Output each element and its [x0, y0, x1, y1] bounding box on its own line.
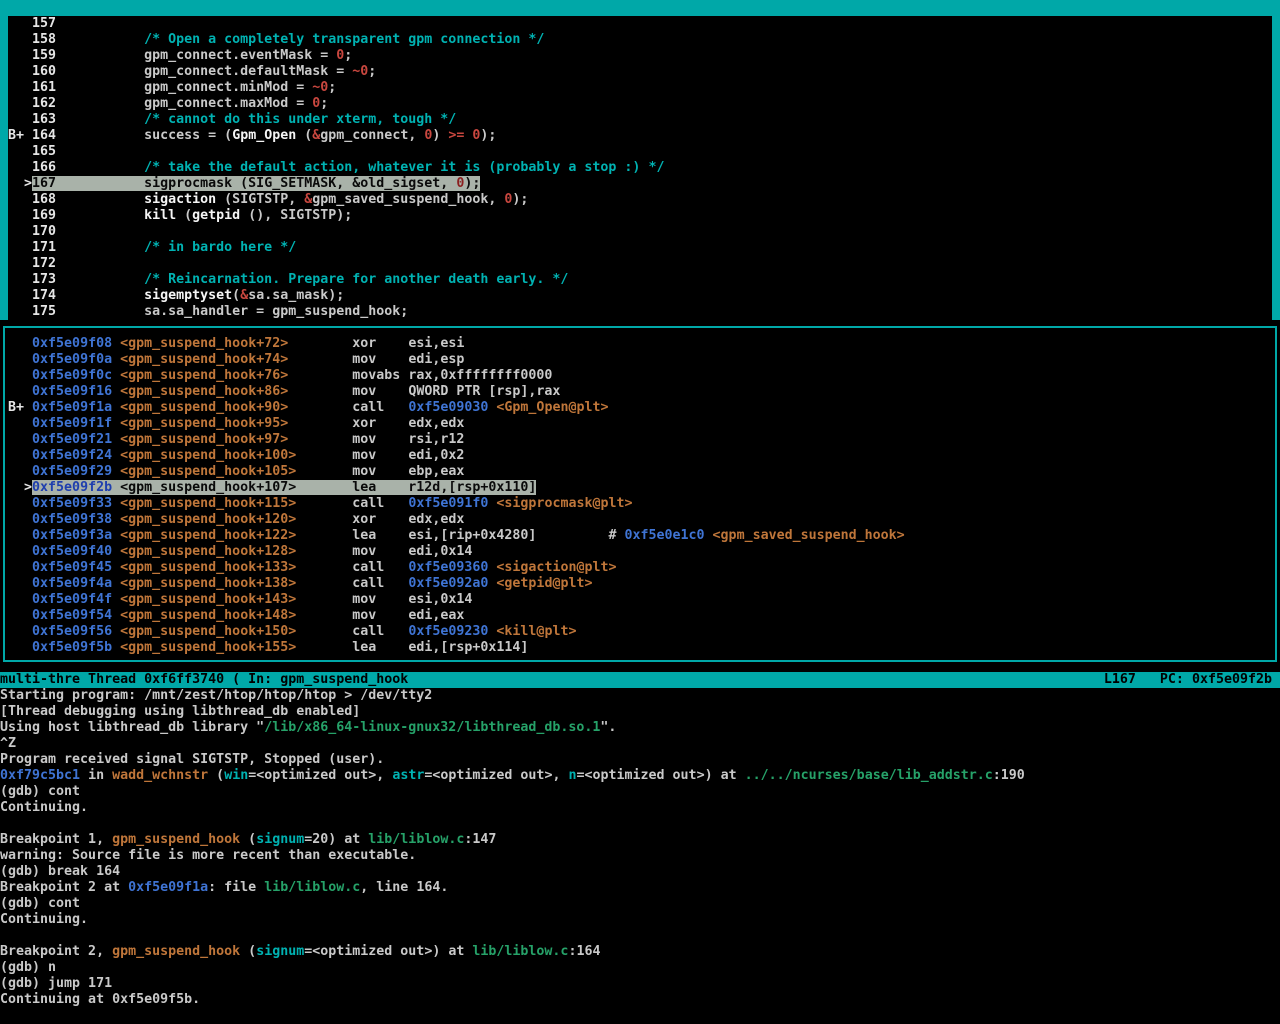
status-pc-indicator: PC: 0xf5e09f2b: [1160, 672, 1272, 687]
source-line: 161 gpm_connect.minMod = ~0;: [8, 80, 1280, 96]
source-line: 171 /* in bardo here */: [8, 240, 1280, 256]
asm-line: 0xf5e09f33 <gpm_suspend_hook+115> call 0…: [8, 496, 1280, 512]
console-line: (gdb) break 164: [0, 864, 1280, 880]
console-line: Continuing at 0xf5e09f5b.: [0, 992, 1280, 1008]
source-line: 165: [8, 144, 1280, 160]
asm-line: 0xf5e09f21 <gpm_suspend_hook+97> mov rsi…: [8, 432, 1280, 448]
console-line: Breakpoint 2 at 0xf5e09f1a: file lib/lib…: [0, 880, 1280, 896]
source-line: 159 gpm_connect.eventMask = 0;: [8, 48, 1280, 64]
source-line: 162 gpm_connect.maxMod = 0;: [8, 96, 1280, 112]
source-line: 175 sa.sa_handler = gpm_suspend_hook;: [8, 304, 1280, 320]
asm-line: >0xf5e09f2b <gpm_suspend_hook+107> lea r…: [8, 480, 1280, 496]
gdb-console[interactable]: Starting program: /mnt/zest/htop/htop/ht…: [0, 688, 1280, 1008]
console-line: Using host libthread_db library "/lib/x8…: [0, 720, 1280, 736]
source-pane: 157 158 /* Open a completely transparent…: [0, 16, 1280, 320]
console-line: Program received signal SIGTSTP, Stopped…: [0, 752, 1280, 768]
console-line: Continuing.: [0, 800, 1280, 816]
console-line: ^Z: [0, 736, 1280, 752]
console-line: (gdb) cont: [0, 896, 1280, 912]
asm-line: 0xf5e09f56 <gpm_suspend_hook+150> call 0…: [8, 624, 1280, 640]
console-line: Starting program: /mnt/zest/htop/htop/ht…: [0, 688, 1280, 704]
source-line: B+ 164 success = (Gpm_Open (&gpm_connect…: [8, 128, 1280, 144]
source-line: 158 /* Open a completely transparent gpm…: [8, 32, 1280, 48]
status-right: L167 PC: 0xf5e09f2b: [1104, 672, 1272, 688]
console-line: 0xf79c5bc1 in wadd_wchnstr (win=<optimiz…: [0, 768, 1280, 784]
source-line: 157: [8, 16, 1280, 32]
asm-line: 0xf5e09f45 <gpm_suspend_hook+133> call 0…: [8, 560, 1280, 576]
asm-line: 0xf5e09f4f <gpm_suspend_hook+143> mov es…: [8, 592, 1280, 608]
asm-line: 0xf5e09f4a <gpm_suspend_hook+138> call 0…: [8, 576, 1280, 592]
console-line: (gdb) n: [0, 960, 1280, 976]
asm-line: 0xf5e09f24 <gpm_suspend_hook+100> mov ed…: [8, 448, 1280, 464]
asm-line: 0xf5e09f40 <gpm_suspend_hook+128> mov ed…: [8, 544, 1280, 560]
asm-line: 0xf5e09f5b <gpm_suspend_hook+155> lea ed…: [8, 640, 1280, 656]
console-line: [0, 928, 1280, 944]
console-line: Breakpoint 2, gpm_suspend_hook (signum=<…: [0, 944, 1280, 960]
asm-line: 0xf5e09f38 <gpm_suspend_hook+120> xor ed…: [8, 512, 1280, 528]
source-line: >167 sigprocmask (SIG_SETMASK, &old_sigs…: [8, 176, 1280, 192]
source-line: 168 sigaction (SIGTSTP, &gpm_saved_suspe…: [8, 192, 1280, 208]
source-line: 172: [8, 256, 1280, 272]
console-line: (gdb) jump 171: [0, 976, 1280, 992]
asm-line: 0xf5e09f54 <gpm_suspend_hook+148> mov ed…: [8, 608, 1280, 624]
source-window-titlebar: lib/liblow.c: [0, 0, 1280, 16]
asm-line: 0xf5e09f0c <gpm_suspend_hook+76> movabs …: [8, 368, 1280, 384]
gdb-tui-terminal[interactable]: lib/liblow.c 157 158 /* Open a completel…: [0, 0, 1280, 1024]
source-line: 169 kill (getpid (), SIGTSTP);: [8, 208, 1280, 224]
console-line: [Thread debugging using libthread_db ena…: [0, 704, 1280, 720]
source-line: 166 /* take the default action, whatever…: [8, 160, 1280, 176]
asm-line: 0xf5e09f29 <gpm_suspend_hook+105> mov eb…: [8, 464, 1280, 480]
status-bar: multi-thre Thread 0xf6ff3740 ( In: gpm_s…: [0, 672, 1280, 688]
console-line: (gdb) cont: [0, 784, 1280, 800]
source-line: 173 /* Reincarnation. Prepare for anothe…: [8, 272, 1280, 288]
console-line: Breakpoint 1, gpm_suspend_hook (signum=2…: [0, 832, 1280, 848]
asm-line: 0xf5e09f16 <gpm_suspend_hook+86> mov QWO…: [8, 384, 1280, 400]
asm-line: 0xf5e09f1f <gpm_suspend_hook+95> xor edx…: [8, 416, 1280, 432]
console-line: warning: Source file is more recent than…: [0, 848, 1280, 864]
asm-line: 0xf5e09f08 <gpm_suspend_hook+72> xor esi…: [8, 336, 1280, 352]
console-line: Continuing.: [0, 912, 1280, 928]
source-line: 170: [8, 224, 1280, 240]
source-line: 174 sigemptyset(&sa.sa_mask);: [8, 288, 1280, 304]
console-line: [0, 816, 1280, 832]
source-line: 160 gpm_connect.defaultMask = ~0;: [8, 64, 1280, 80]
source-line: 163 /* cannot do this under xterm, tough…: [8, 112, 1280, 128]
assembly-pane: 0xf5e09f08 <gpm_suspend_hook+72> xor esi…: [0, 336, 1280, 656]
asm-line: 0xf5e09f3a <gpm_suspend_hook+122> lea es…: [8, 528, 1280, 544]
status-thread-info: multi-thre Thread 0xf6ff3740 ( In: gpm_s…: [0, 672, 408, 688]
asm-line: B+ 0xf5e09f1a <gpm_suspend_hook+90> call…: [8, 400, 1280, 416]
status-line-indicator: L167: [1104, 672, 1136, 687]
asm-line: 0xf5e09f0a <gpm_suspend_hook+74> mov edi…: [8, 352, 1280, 368]
